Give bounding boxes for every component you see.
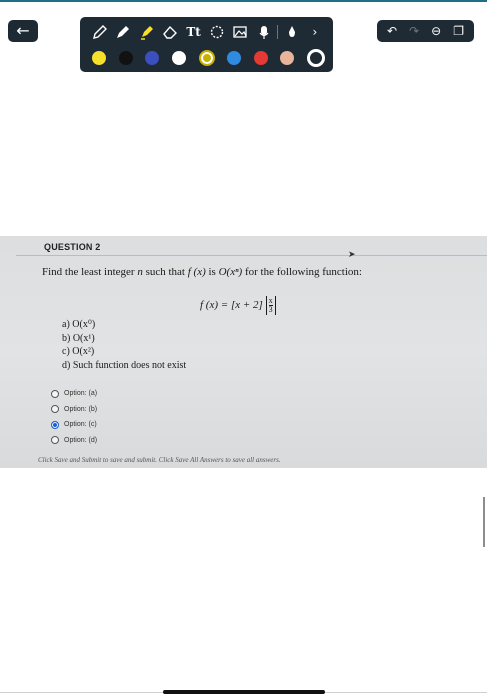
back-button[interactable]: ←: [8, 20, 38, 42]
color-swatch-peach[interactable]: [280, 51, 295, 65]
minus-circle-icon[interactable]: ⊖: [431, 24, 441, 38]
highlighter-icon[interactable]: [137, 22, 157, 42]
submit-instructions: Click Save and Submit to save and submit…: [38, 456, 281, 464]
answer-choices: a) O(x⁰) b) O(x¹) c) O(x²) d) Such funct…: [62, 318, 186, 372]
color-swatch-red[interactable]: [253, 51, 268, 65]
top-accent-line: [0, 0, 487, 2]
edit-actions-bar: ↶ ↷ ⊖ ❐: [377, 20, 474, 42]
pencil-icon[interactable]: [90, 22, 110, 42]
undo-icon[interactable]: ↶: [387, 24, 397, 38]
redo-icon[interactable]: ↷: [409, 24, 419, 38]
choice-b: b) O(x¹): [62, 332, 95, 344]
option-b[interactable]: Option: (b): [51, 402, 97, 418]
pen-icon[interactable]: [113, 22, 133, 42]
scrollbar[interactable]: [483, 497, 485, 547]
radio-unchecked[interactable]: [51, 389, 59, 398]
choice-a: a) O(x⁰): [62, 319, 96, 330]
question-formula: f (x) = [x + 2] x3: [200, 296, 276, 315]
eraser-icon[interactable]: [160, 22, 180, 42]
choice-c: c) O(x²): [62, 346, 95, 357]
radio-unchecked[interactable]: [51, 436, 59, 445]
color-swatch-yellow[interactable]: [92, 51, 106, 65]
color-swatch-black[interactable]: [118, 51, 133, 65]
ceiling-fraction: x3: [265, 296, 276, 315]
option-d[interactable]: Option: (d): [51, 433, 97, 449]
arrow-left-icon: ←: [16, 21, 30, 40]
toolbar-divider: [277, 25, 279, 39]
color-swatch-custom[interactable]: [307, 49, 325, 67]
radio-unchecked[interactable]: [51, 405, 59, 414]
copy-icon[interactable]: ❐: [453, 24, 464, 38]
annotation-toolbar: Tt ›: [80, 17, 333, 72]
question-divider: [16, 255, 487, 256]
text-tool-icon[interactable]: Tt: [184, 22, 204, 42]
shapes-icon[interactable]: [207, 22, 227, 42]
question-prompt: Find the least integer n such that f (x)…: [42, 266, 362, 278]
option-radio-group: Option: (a) Option: (b) Option: (c) Opti…: [51, 386, 97, 448]
home-indicator[interactable]: [163, 690, 325, 694]
dropper-icon[interactable]: [282, 22, 302, 42]
radio-checked[interactable]: [51, 420, 59, 429]
color-swatch-white[interactable]: [171, 51, 186, 65]
chevron-right-icon[interactable]: ›: [305, 22, 325, 42]
choice-d: d) Such function does not exist: [62, 359, 187, 371]
record-icon[interactable]: [254, 22, 274, 42]
question-title: QUESTION 2: [44, 242, 101, 252]
color-swatch-indigo[interactable]: [145, 51, 160, 65]
option-a[interactable]: Option: (a): [51, 386, 97, 402]
image-icon[interactable]: [230, 22, 250, 42]
cursor-icon: ➤: [348, 250, 356, 260]
color-palette: [88, 47, 329, 69]
color-swatch-olive-yellow-selected[interactable]: [198, 50, 215, 66]
question-photo: QUESTION 2 ➤ Find the least integer n su…: [0, 236, 487, 468]
tool-row: Tt ›: [86, 21, 329, 43]
option-c[interactable]: Option: (c): [51, 417, 97, 433]
color-swatch-blue[interactable]: [227, 51, 242, 65]
